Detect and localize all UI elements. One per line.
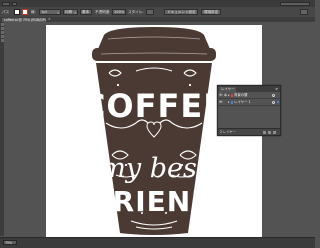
bridge-button[interactable] <box>12 1 17 6</box>
stroke-weight-label: 線: <box>31 9 36 14</box>
opacity-label: 不透明度: <box>95 9 111 14</box>
type-tool-icon[interactable] <box>0 35 4 38</box>
trash-icon[interactable] <box>273 130 276 134</box>
profile-dropdown[interactable]: 均等 ▾ <box>63 9 78 15</box>
cup-lid-rim <box>92 48 216 61</box>
layer-count: 2 レイヤー <box>220 130 236 134</box>
layer-color-chip <box>231 100 233 104</box>
target-icon[interactable] <box>272 100 275 104</box>
layer-name: 背景の層 <box>234 93 248 97</box>
panel-menu-icon[interactable]: ≡ <box>275 87 278 91</box>
search-field[interactable] <box>280 1 310 6</box>
expand-arrow-icon[interactable]: ▸ <box>228 100 230 104</box>
chevron-down-icon: ▾ <box>57 10 59 15</box>
document-tab-bar: coffee.ai @ 75% (RGB/GPU プレビュー) × <box>0 17 315 22</box>
zoom-field[interactable]: 75% <box>3 240 17 245</box>
my-best-text: my best <box>100 153 208 184</box>
selection-tool-icon[interactable] <box>0 23 4 26</box>
layers-panel: レイヤー ≡ ▸ 背景の層 ▸ レイヤー 1 2 レイヤー <box>217 85 281 136</box>
new-sublayer-icon[interactable] <box>263 130 266 134</box>
app-menu-bar <box>0 0 315 7</box>
lock-icon[interactable] <box>223 93 227 97</box>
friend-text: FRIEND <box>93 185 216 218</box>
stroke-weight-field[interactable]: 1pt ▾ <box>39 9 61 15</box>
panel-menu-button[interactable] <box>300 9 308 15</box>
workspace-switcher[interactable] <box>2 1 10 6</box>
chevron-down-icon: ▾ <box>74 10 76 15</box>
eye-icon[interactable] <box>219 100 223 104</box>
cup-lid <box>98 27 210 49</box>
pen-tool-icon[interactable] <box>0 31 4 34</box>
layer-color-chip <box>231 93 233 97</box>
eye-icon[interactable] <box>219 93 223 97</box>
status-bar: 75% <box>0 237 315 248</box>
coffee-text: COFFEE <box>82 87 226 125</box>
document-setup-button[interactable]: ドキュメント設定 <box>164 9 198 15</box>
stroke-swatch[interactable] <box>22 9 28 15</box>
tools-panel <box>0 22 4 236</box>
selection-indicator[interactable] <box>276 100 279 104</box>
direct-selection-tool-icon[interactable] <box>0 27 4 30</box>
expand-arrow-icon[interactable]: ▸ <box>228 93 230 97</box>
layer-row[interactable]: ▸ レイヤー 1 <box>218 99 280 106</box>
target-icon[interactable] <box>272 93 275 97</box>
layers-panel-footer: 2 レイヤー <box>218 128 280 135</box>
preferences-button[interactable]: 環境設定 <box>201 9 221 15</box>
opacity-field[interactable]: 100% <box>112 9 126 15</box>
shape-tool-icon[interactable] <box>0 39 4 42</box>
mode-label: パス <box>2 9 10 14</box>
new-layer-icon[interactable] <box>268 130 271 134</box>
style-label: スタイル: <box>128 9 144 14</box>
style-swatch[interactable] <box>146 9 154 15</box>
close-icon[interactable]: × <box>48 17 51 22</box>
layer-row[interactable]: ▸ 背景の層 <box>218 92 280 99</box>
fill-swatch[interactable] <box>14 9 20 15</box>
document-tab[interactable]: coffee.ai @ 75% (RGB/GPU プレビュー) <box>2 17 46 22</box>
brush-dropdown[interactable]: 基本 <box>80 9 92 15</box>
layer-name: レイヤー 1 <box>234 100 251 104</box>
